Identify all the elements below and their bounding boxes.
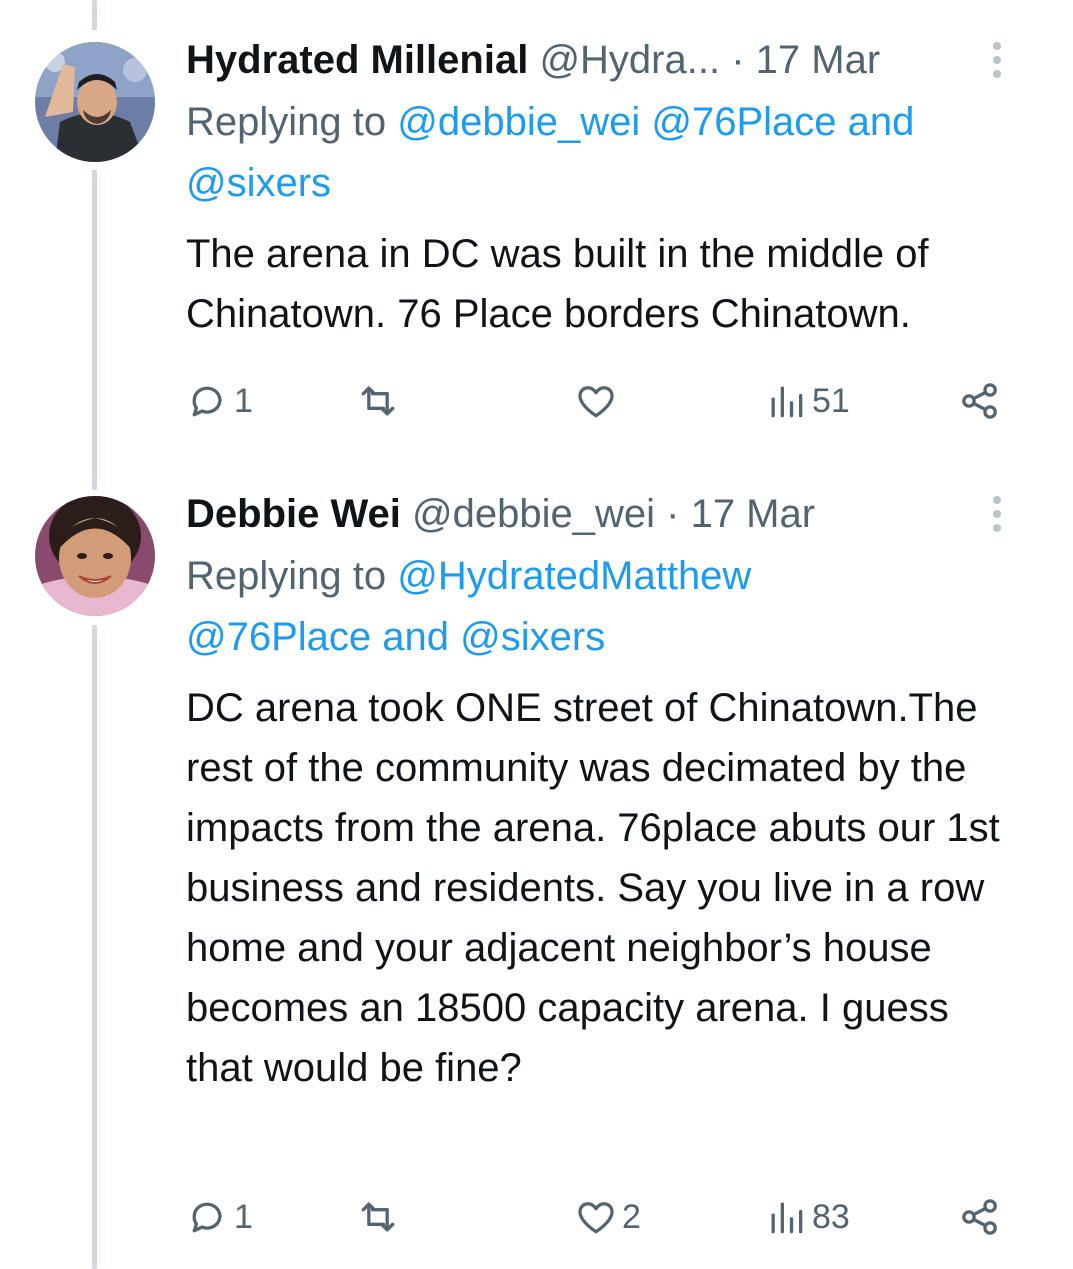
retweet-icon — [361, 1202, 395, 1232]
retweet-button[interactable] — [356, 1192, 400, 1242]
mention-link[interactable]: @76Place — [651, 100, 836, 144]
more-options-icon[interactable] — [991, 488, 1003, 540]
mention-link[interactable]: @76Place — [186, 615, 371, 659]
share-button[interactable] — [958, 1192, 1002, 1242]
views-button[interactable]: 83 — [764, 1192, 850, 1242]
avatar-photo-hydrated — [35, 42, 155, 162]
heart-icon — [578, 1202, 614, 1234]
share-icon — [962, 1199, 997, 1235]
reply-button[interactable]: 1 — [186, 376, 253, 426]
tweet-actions: 1 51 — [186, 376, 1006, 426]
reply-count: 1 — [234, 381, 253, 420]
tweet-header: Debbie Wei @debbie_wei · 17 Mar — [186, 488, 1043, 540]
avatar[interactable] — [35, 42, 155, 162]
replying-to: Replying to @HydratedMatthew @76Place an… — [186, 546, 1043, 668]
retweet-button[interactable] — [356, 376, 400, 426]
tweet[interactable]: Hydrated Millenial @Hydra... · 17 Mar Re… — [0, 34, 1073, 454]
tweet[interactable]: Debbie Wei @debbie_wei · 17 Mar Replying… — [0, 488, 1073, 1268]
avatar-photo-debbie — [35, 496, 155, 616]
like-button[interactable] — [574, 376, 618, 426]
display-name[interactable]: Hydrated Millenial — [186, 38, 528, 82]
tweet-text: The arena in DC was built in the middle … — [186, 232, 929, 336]
reply-button[interactable]: 1 — [186, 1192, 253, 1242]
views-count: 83 — [812, 1197, 850, 1236]
user-handle[interactable]: @debbie_wei — [412, 492, 655, 536]
retweet-icon — [361, 386, 395, 416]
separator-dot: · — [666, 492, 680, 536]
mention-and[interactable]: and — [848, 100, 915, 144]
more-options-icon[interactable] — [991, 34, 1003, 86]
mention-and[interactable]: and — [382, 615, 449, 659]
mention-link[interactable]: @HydratedMatthew — [397, 554, 751, 598]
replying-to-label: Replying to — [186, 554, 398, 598]
replying-to: Replying to @debbie_wei @76Place and @si… — [186, 92, 1043, 214]
user-handle[interactable]: @Hydra... — [539, 38, 720, 82]
mention-link[interactable]: @sixers — [186, 161, 331, 205]
tweet-header: Hydrated Millenial @Hydra... · 17 Mar — [186, 34, 1043, 86]
speech-bubble-icon — [192, 386, 222, 417]
views-count: 51 — [812, 381, 850, 420]
replying-to-label: Replying to — [186, 100, 398, 144]
timestamp[interactable]: 17 Mar — [691, 492, 816, 536]
speech-bubble-icon — [192, 1202, 222, 1233]
avatar[interactable] — [35, 496, 155, 616]
share-icon — [962, 383, 997, 419]
timestamp[interactable]: 17 Mar — [756, 38, 881, 82]
bar-chart-icon — [771, 386, 803, 418]
mention-link[interactable]: @debbie_wei — [397, 100, 640, 144]
thread-line-top — [92, 0, 97, 30]
bar-chart-icon — [771, 1202, 803, 1234]
like-button[interactable]: 2 — [574, 1192, 641, 1242]
tweet-text: DC arena took ONE street of Chinatown.Th… — [186, 686, 1000, 1090]
reply-count: 1 — [234, 1197, 253, 1236]
display-name[interactable]: Debbie Wei — [186, 492, 401, 536]
mention-link[interactable]: @sixers — [460, 615, 605, 659]
heart-icon — [578, 386, 614, 418]
separator-dot: · — [731, 38, 745, 82]
tweet-actions: 1 2 83 — [186, 1192, 1006, 1242]
like-count: 2 — [622, 1197, 641, 1236]
share-button[interactable] — [958, 376, 1002, 426]
views-button[interactable]: 51 — [764, 376, 850, 426]
